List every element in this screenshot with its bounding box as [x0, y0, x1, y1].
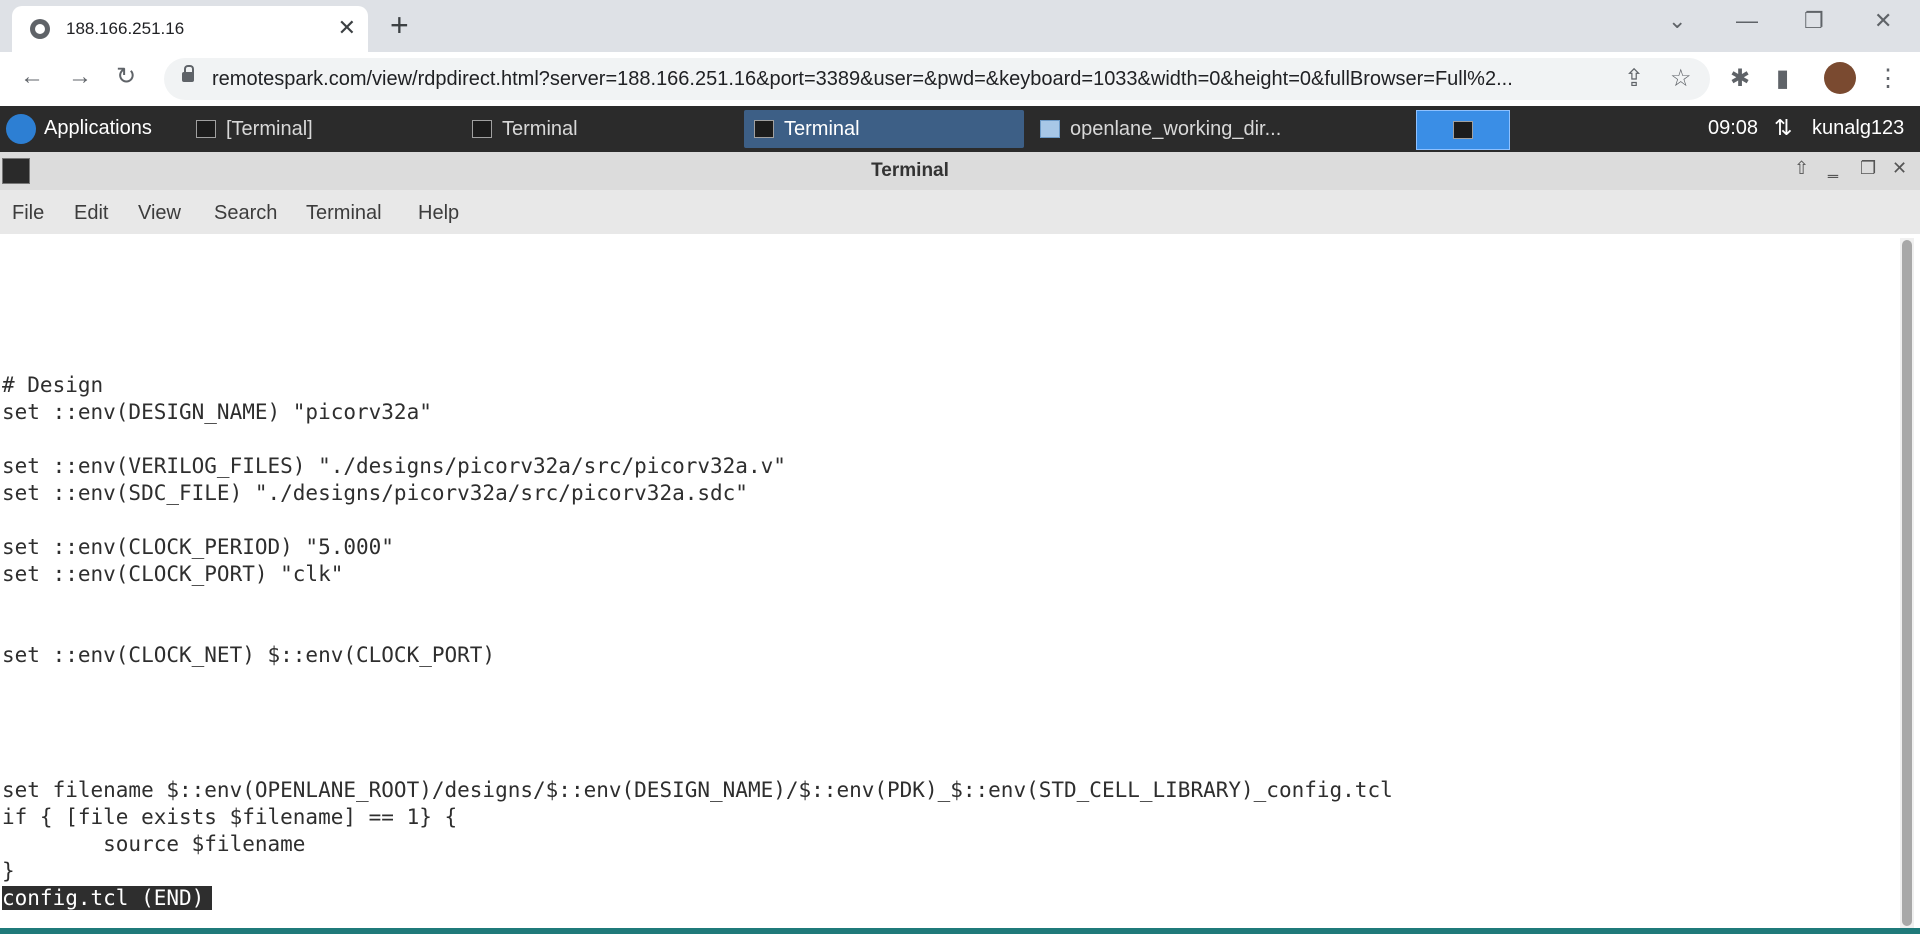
taskbar-item-active[interactable]: Terminal [744, 110, 1024, 148]
menu-view[interactable]: View [138, 202, 181, 225]
menu-help[interactable]: Help [418, 202, 459, 225]
terminal-scrollbar[interactable] [1900, 238, 1914, 928]
terminal-line: set ::env(CLOCK_PERIOD) "5.000" [2, 535, 394, 559]
reload-icon[interactable]: ↻ [116, 62, 136, 92]
browser-tab-strip: 188.166.251.16 ✕ + ⌄ — ❐ ✕ [0, 0, 1920, 52]
close-window-icon[interactable]: ✕ [1892, 158, 1907, 179]
desktop-panel: Applications [Terminal] Terminal Termina… [0, 106, 1920, 152]
tab-search-chevron-down-icon[interactable]: ⌄ [1668, 8, 1686, 34]
terminal-line: set ::env(VERILOG_FILES) "./designs/pico… [2, 454, 786, 478]
close-tab-icon[interactable]: ✕ [338, 16, 356, 40]
terminal-icon [472, 120, 492, 138]
restore-window-button[interactable]: ❐ [1804, 8, 1824, 34]
terminal-menubar: File Edit View Search Terminal Help [0, 190, 1920, 234]
share-icon[interactable]: ⇪ [1624, 65, 1644, 93]
taskbar-item[interactable]: openlane_working_dir... [1030, 110, 1320, 148]
terminal-icon [196, 120, 216, 138]
terminal-line: set filename $::env(OPENLANE_ROOT)/desig… [2, 778, 1393, 802]
taskbar-item-label: Terminal [502, 118, 578, 140]
menu-search[interactable]: Search [214, 202, 277, 225]
scrollbar-thumb[interactable] [1902, 240, 1912, 926]
clock[interactable]: 09:08 [1708, 117, 1758, 140]
applications-label: Applications [44, 117, 152, 139]
bookmark-star-icon[interactable]: ☆ [1670, 65, 1692, 93]
menu-kebab-icon[interactable]: ⋮ [1876, 64, 1900, 94]
taskbar-item-label: [Terminal] [226, 118, 313, 140]
terminal-line: source $filename [2, 832, 306, 856]
folder-icon [1040, 120, 1060, 138]
desktop-bottom-edge [0, 928, 1920, 934]
terminal-output[interactable]: # Design set ::env(DESIGN_NAME) "picorv3… [0, 234, 1898, 934]
browser-tab[interactable]: 188.166.251.16 ✕ [12, 6, 368, 52]
terminal-icon [754, 120, 774, 138]
window-title: Terminal [871, 160, 949, 181]
terminal-line: set ::env(DESIGN_NAME) "picorv32a" [2, 400, 432, 424]
taskbar-item-label: openlane_working_dir... [1070, 118, 1282, 140]
terminal-line: set ::env(SDC_FILE) "./designs/picorv32a… [2, 481, 748, 505]
taskbar-item[interactable]: [Terminal] [186, 110, 456, 148]
minimize-window-button[interactable]: — [1736, 8, 1758, 34]
side-panel-icon[interactable]: ▮ [1776, 64, 1789, 94]
new-tab-button[interactable]: + [390, 8, 409, 42]
terminal-icon [1453, 121, 1473, 139]
puzzle-icon[interactable]: ✱ [1730, 64, 1750, 94]
menu-terminal[interactable]: Terminal [306, 202, 382, 225]
terminal-line: set ::env(CLOCK_NET) $::env(CLOCK_PORT) [2, 643, 496, 667]
maximize-window-icon[interactable]: ❐ [1860, 158, 1876, 179]
back-arrow-icon[interactable]: ← [20, 62, 44, 92]
avatar[interactable] [1824, 62, 1856, 94]
address-bar[interactable]: remotespark.com/view/rdpdirect.html?serv… [164, 58, 1710, 100]
browser-toolbar: ← → ↻ remotespark.com/view/rdpdirect.htm… [0, 52, 1920, 107]
forward-arrow-icon[interactable]: → [68, 62, 92, 92]
workspace-switcher[interactable] [1416, 110, 1510, 150]
minimize-window-icon[interactable]: ‗ [1828, 158, 1838, 179]
close-window-button[interactable]: ✕ [1874, 8, 1892, 34]
terminal-line: if { [file exists $filename] == 1} { [2, 805, 458, 829]
tab-title: 188.166.251.16 [66, 19, 185, 38]
network-icon[interactable]: ⇅ [1774, 115, 1792, 141]
taskbar-item-label: Terminal [784, 118, 860, 140]
menu-edit[interactable]: Edit [74, 202, 108, 225]
terminal-line: set ::env(CLOCK_PORT) "clk" [2, 562, 344, 586]
terminal-line: } [2, 859, 15, 883]
shade-window-icon[interactable]: ⇧ [1794, 158, 1809, 179]
globe-icon [30, 19, 50, 39]
taskbar-item[interactable]: Terminal [462, 110, 732, 148]
xfce-mouse-icon [6, 114, 36, 144]
pager-status: config.tcl (END) [2, 886, 213, 910]
menu-file[interactable]: File [12, 202, 44, 225]
url-text[interactable]: remotespark.com/view/rdpdirect.html?serv… [212, 68, 1602, 91]
pager-status-line: config.tcl (END) [2, 885, 213, 911]
terminal-line: # Design [2, 373, 104, 397]
window-titlebar[interactable]: Terminal ⇧ ‗ ❐ ✕ [0, 152, 1920, 190]
lock-icon[interactable] [182, 65, 194, 82]
user-name[interactable]: kunalg123 [1812, 117, 1904, 140]
